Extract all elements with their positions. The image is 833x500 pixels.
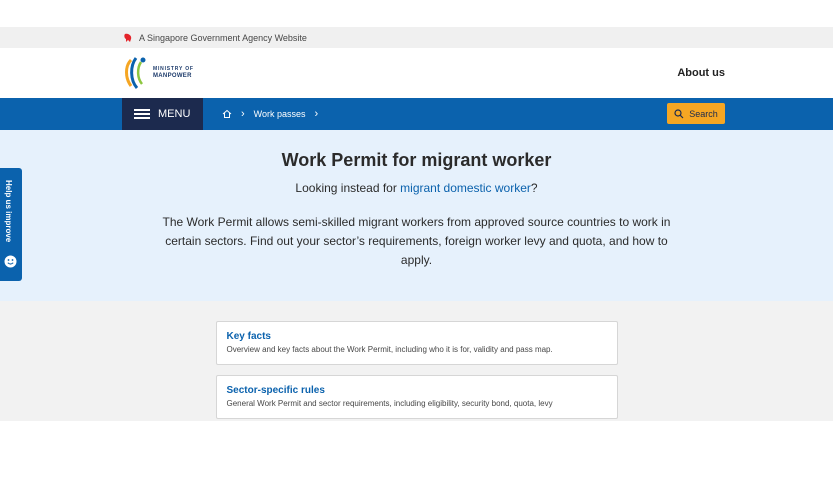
menu-button[interactable]: MENU [122, 98, 203, 130]
viewport: A Singapore Government Agency Website MI… [0, 0, 833, 500]
migrant-domestic-worker-link[interactable]: migrant domestic worker [400, 181, 531, 195]
hero-description: The Work Permit allows semi-skilled migr… [162, 215, 671, 267]
card-list: Key facts Overview and key facts about t… [0, 301, 833, 419]
alt-pass-text: Looking instead for migrant domestic wor… [0, 181, 833, 195]
nav-bar: MENU › Work passes › Search [0, 98, 833, 130]
page: A Singapore Government Agency Website MI… [0, 27, 833, 421]
mom-logo[interactable]: MINISTRY OF MANPOWER [121, 54, 194, 92]
alt-prefix: Looking instead for [295, 181, 401, 195]
chevron-right-icon: › [314, 108, 319, 120]
card-sector-rules[interactable]: Sector-specific rules General Work Permi… [215, 375, 618, 419]
logo-line1: MINISTRY OF [153, 66, 194, 72]
logo-text: MINISTRY OF MANPOWER [153, 66, 194, 80]
hero-section: Work Permit for migrant worker Looking i… [0, 130, 833, 301]
alt-suffix: ? [530, 181, 538, 195]
hamburger-icon [134, 109, 150, 119]
search-button[interactable]: Search [667, 103, 725, 124]
lion-head-icon [124, 33, 132, 42]
gov-masthead: A Singapore Government Agency Website [0, 27, 833, 48]
page-title: Work Permit for migrant worker [281, 150, 552, 170]
about-us-link[interactable]: About us [677, 67, 725, 79]
home-icon[interactable] [222, 109, 232, 119]
smiley-icon [4, 255, 17, 268]
card-description: General Work Permit and sector requireme… [226, 399, 553, 408]
mom-logo-icon [125, 57, 146, 89]
logo-line2: MANPOWER [153, 73, 192, 79]
site-header: MINISTRY OF MANPOWER About us [0, 48, 833, 98]
card-title[interactable]: Sector-specific rules [227, 385, 607, 396]
breadcrumb-work-passes[interactable]: Work passes [254, 109, 306, 119]
help-label: Help us improve [4, 180, 13, 243]
search-label: Search [689, 108, 718, 119]
breadcrumb: › Work passes › [222, 98, 327, 130]
card-title[interactable]: Key facts [227, 331, 607, 342]
card-key-facts[interactable]: Key facts Overview and key facts about t… [215, 321, 618, 365]
menu-label: MENU [158, 108, 191, 120]
masthead-text: A Singapore Government Agency Website [139, 32, 307, 43]
chevron-right-icon: › [241, 108, 245, 120]
help-us-improve-tab[interactable]: Help us improve [0, 168, 22, 281]
magnifier-icon [674, 108, 684, 118]
card-description: Overview and key facts about the Work Pe… [226, 345, 553, 354]
